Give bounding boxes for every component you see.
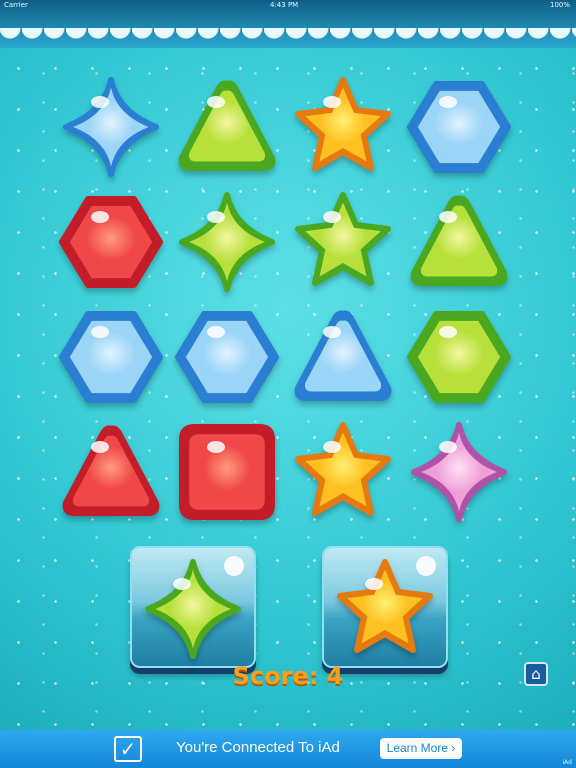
gem-red-square[interactable] (172, 417, 282, 527)
gem-green-triangle[interactable] (172, 72, 282, 182)
star-orange-gem-shape (295, 422, 391, 516)
selected-tile-right[interactable] (322, 546, 448, 668)
battery-label: 100% (549, 1, 570, 9)
game-board (56, 72, 520, 532)
ad-text: You're Connected To iAd (176, 739, 340, 756)
star-orange-gem-shape (295, 77, 391, 171)
gem-blue-diamond[interactable] (56, 72, 166, 182)
learn-more-button[interactable]: Learn More › (380, 738, 462, 759)
star-green-gem-shape (295, 192, 391, 286)
score-label: Score: 4 (232, 662, 344, 690)
tile-shine (416, 556, 436, 576)
ad-tag: iAd (562, 759, 572, 766)
gem-pink-diamond[interactable] (404, 417, 514, 527)
checkmark-icon: ✓ (114, 736, 142, 762)
gem-orange-star[interactable] (288, 72, 398, 182)
triangle-blue-gem-shape (294, 310, 392, 401)
ad-banner[interactable]: ✓ You're Connected To iAd Learn More › i… (0, 730, 576, 768)
hexagon-green-gem-shape (407, 311, 511, 403)
hexagon-blue-gem-shape (59, 311, 163, 403)
gem-blue-hexagon[interactable] (172, 302, 282, 412)
triangle-green-gem-shape (410, 195, 508, 286)
hexagon-red-gem-shape (59, 196, 163, 288)
diamond-pink-gem-shape (411, 422, 507, 522)
gem-blue-triangle[interactable] (288, 302, 398, 412)
home-button[interactable]: ⌂ (524, 662, 548, 686)
status-time: 4:43 PM (270, 1, 299, 9)
gem-green-triangle[interactable] (404, 187, 514, 297)
home-icon: ⌂ (531, 665, 541, 683)
gem-red-hexagon[interactable] (56, 187, 166, 297)
status-bar: Carrier 4:43 PM 100% (0, 0, 576, 12)
square-red-gem-shape (179, 424, 275, 520)
gem-blue-hexagon[interactable] (404, 72, 514, 182)
gem-green-hexagon[interactable] (404, 302, 514, 412)
gem-orange-star[interactable] (288, 417, 398, 527)
hexagon-blue-gem-shape (407, 81, 511, 173)
diamond-green-gem-shape (179, 192, 275, 292)
selected-tile-left[interactable] (130, 546, 256, 668)
gem-green-star[interactable] (288, 187, 398, 297)
gem-blue-hexagon[interactable] (56, 302, 166, 412)
carrier-label: Carrier (4, 1, 28, 9)
gem-red-triangle[interactable] (56, 417, 166, 527)
gem-green-diamond[interactable] (172, 187, 282, 297)
triangle-green-gem-shape (178, 80, 276, 171)
triangle-red-gem-shape (62, 425, 160, 516)
hexagon-blue-gem-shape (175, 311, 279, 403)
tile-shine (224, 556, 244, 576)
diamond-blue-gem-shape (63, 77, 159, 177)
